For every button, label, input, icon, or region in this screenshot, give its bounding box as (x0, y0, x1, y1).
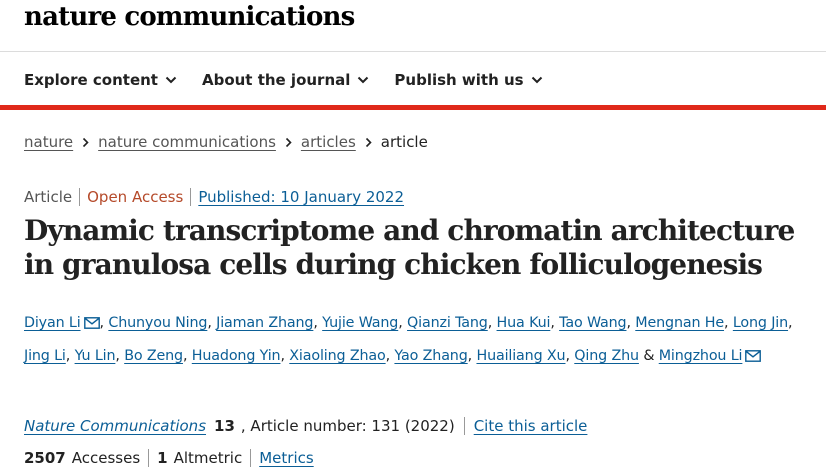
chevron-right-icon (82, 137, 89, 148)
author-link[interactable]: Hua Kui (497, 315, 551, 331)
author-link[interactable]: Yao Zhang (394, 348, 467, 364)
author-separator: , (207, 315, 212, 331)
author-link[interactable]: Jiaman Zhang (216, 315, 313, 331)
author-separator: , (398, 315, 403, 331)
author-separator: , (724, 315, 729, 331)
author-link[interactable]: Jing Li (24, 348, 66, 364)
accesses-count: 2507 (24, 449, 66, 467)
nav-publish-with-us[interactable]: Publish with us (394, 71, 542, 89)
author-conjunction: & (643, 348, 655, 364)
author-separator: , (385, 348, 391, 364)
chevron-down-icon (357, 76, 369, 84)
altmetric-label: Altmetric (174, 449, 252, 467)
accesses-label: Accesses (72, 449, 150, 467)
chevron-down-icon (531, 76, 543, 84)
author-separator: , (788, 315, 793, 331)
journal-logo[interactable]: nature communications (24, 2, 355, 32)
author-link[interactable]: Diyan Li (24, 315, 81, 331)
author-link[interactable]: Xiaoling Zhao (289, 348, 385, 364)
author-separator: , (182, 348, 188, 364)
breadcrumb: nature nature communications articles ar… (24, 132, 428, 152)
citation-line: Nature Communications 13 , Article numbe… (24, 416, 587, 436)
email-icon[interactable] (83, 310, 100, 341)
chevron-right-icon (285, 137, 292, 148)
chevron-down-icon (165, 76, 177, 84)
author-separator: , (99, 315, 105, 331)
author-list: Diyan Li, Chunyou Ning, Jiaman Zhang, Yu… (24, 308, 794, 374)
accent-bar (0, 105, 826, 110)
author-link[interactable]: Qing Zhu (574, 348, 639, 364)
author-link[interactable]: Mingzhou Li (659, 348, 743, 364)
author-link[interactable]: Bo Zeng (124, 348, 183, 364)
breadcrumb-articles[interactable]: articles (301, 133, 356, 151)
nav-about-journal[interactable]: About the journal (202, 71, 369, 89)
article-meta: Article Open Access Published: 10 Januar… (24, 187, 404, 207)
author-link[interactable]: Qianzi Tang (407, 315, 488, 331)
nav-explore-content[interactable]: Explore content (24, 71, 177, 89)
author-link[interactable]: Mengnan He (635, 315, 724, 331)
author-separator: , (550, 315, 555, 331)
author-separator: , (467, 348, 473, 364)
journal-name-link[interactable]: Nature Communications (24, 417, 206, 435)
author-separator: , (565, 348, 570, 364)
metrics-link[interactable]: Metrics (259, 449, 313, 467)
metrics-line: 2507 Accesses 1 Altmetric Metrics (24, 448, 314, 468)
email-icon[interactable] (745, 343, 762, 374)
published-date-link[interactable]: Published: 10 January 2022 (191, 188, 404, 206)
nav-about-journal-label: About the journal (201, 71, 351, 89)
main-nav: Explore content About the journal Publis… (24, 69, 568, 91)
article-number: , Article number: 131 (2022) (241, 417, 465, 435)
author-link[interactable]: Chunyou Ning (108, 315, 207, 331)
author-link[interactable]: Tao Wang (559, 315, 626, 331)
article-type: Article (24, 188, 81, 206)
chevron-right-icon (365, 137, 372, 148)
author-link[interactable]: Huadong Yin (192, 348, 281, 364)
header-divider (0, 51, 826, 52)
author-separator: , (626, 315, 631, 331)
author-link[interactable]: Yu Lin (75, 348, 116, 364)
author-link[interactable]: Long Jin (733, 315, 788, 331)
nav-publish-with-us-label: Publish with us (394, 71, 524, 89)
breadcrumb-nature-communications[interactable]: nature communications (98, 133, 276, 151)
author-separator: , (65, 348, 71, 364)
author-separator: , (280, 348, 285, 364)
nav-explore-content-label: Explore content (24, 71, 158, 89)
article-title: Dynamic transcriptome and chromatin arch… (24, 214, 795, 281)
author-separator: , (313, 315, 318, 331)
cite-this-article-link[interactable]: Cite this article (474, 417, 588, 435)
author-link[interactable]: Huailiang Xu (476, 348, 565, 364)
breadcrumb-current: article (380, 133, 428, 151)
breadcrumb-nature[interactable]: nature (24, 133, 73, 151)
open-access-label: Open Access (80, 188, 192, 206)
altmetric-count: 1 (157, 449, 168, 467)
author-link[interactable]: Yujie Wang (322, 315, 398, 331)
author-separator: , (115, 348, 120, 364)
volume-number: 13 (214, 417, 235, 435)
author-separator: , (487, 315, 493, 331)
